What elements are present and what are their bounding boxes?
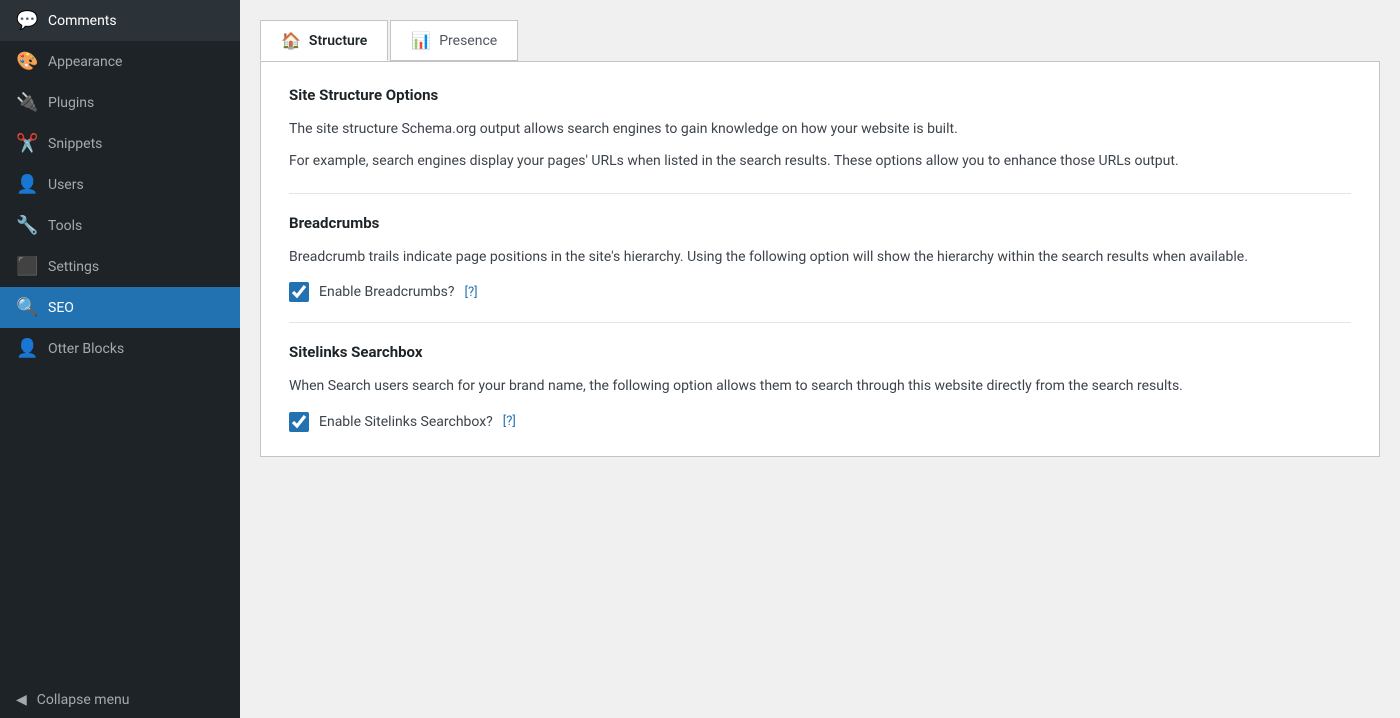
tab-structure[interactable]: 🏠 Structure (260, 20, 388, 61)
enable-breadcrumbs-checkbox-container[interactable] (289, 282, 309, 302)
sidebar-item-users[interactable]: 👤 Users (0, 164, 240, 205)
sitelinks-help-link[interactable]: [?] (503, 414, 516, 429)
tab-presence[interactable]: 📊 Presence (390, 20, 518, 61)
collapse-arrow-icon: ◀ (16, 692, 27, 708)
tab-bar: 🏠 Structure 📊 Presence (260, 20, 1380, 61)
users-icon: 👤 (16, 174, 38, 195)
content-panel: Site Structure Options The site structur… (260, 61, 1380, 457)
sitelinks-title: Sitelinks Searchbox (289, 343, 1351, 361)
divider-1 (289, 193, 1351, 194)
sidebar-item-settings[interactable]: ⬛ Settings (0, 246, 240, 287)
divider-2 (289, 322, 1351, 323)
breadcrumbs-title: Breadcrumbs (289, 214, 1351, 232)
site-structure-title: Site Structure Options (289, 86, 1351, 104)
site-structure-text-2: For example, search engines display your… (289, 150, 1351, 172)
sidebar-item-otter-blocks[interactable]: 👤 Otter Blocks (0, 328, 240, 369)
enable-sitelinks-checkbox-container[interactable] (289, 412, 309, 432)
sidebar-item-appearance[interactable]: 🎨 Appearance (0, 41, 240, 82)
enable-breadcrumbs-checkbox[interactable] (289, 282, 309, 302)
sidebar-item-tools[interactable]: 🔧 Tools (0, 205, 240, 246)
main-content: 🏠 Structure 📊 Presence Site Structure Op… (240, 0, 1400, 718)
tools-icon: 🔧 (16, 215, 38, 236)
collapse-menu[interactable]: ◀ Collapse menu (0, 682, 240, 718)
appearance-icon: 🎨 (16, 51, 38, 72)
site-structure-text-1: The site structure Schema.org output all… (289, 118, 1351, 140)
structure-tab-icon: 🏠 (281, 31, 301, 50)
sidebar: 💬 Comments 🎨 Appearance 🔌 Plugins ✂️ Sni… (0, 0, 240, 718)
otter-blocks-icon: 👤 (16, 338, 38, 359)
enable-breadcrumbs-label[interactable]: Enable Breadcrumbs? (319, 284, 455, 300)
breadcrumbs-section: Breadcrumbs Breadcrumb trails indicate p… (289, 214, 1351, 302)
enable-sitelinks-checkbox[interactable] (289, 412, 309, 432)
comments-icon: 💬 (16, 10, 38, 31)
presence-tab-icon: 📊 (411, 31, 431, 50)
sidebar-item-seo[interactable]: 🔍 SEO (0, 287, 240, 328)
sidebar-item-snippets[interactable]: ✂️ Snippets (0, 123, 240, 164)
breadcrumbs-help-link[interactable]: [?] (465, 285, 478, 300)
settings-icon: ⬛ (16, 256, 38, 277)
sitelinks-checkbox-row: Enable Sitelinks Searchbox? [?] (289, 412, 1351, 432)
enable-sitelinks-label[interactable]: Enable Sitelinks Searchbox? (319, 414, 493, 430)
seo-icon: 🔍 (16, 297, 38, 318)
sitelinks-text: When Search users search for your brand … (289, 375, 1351, 397)
snippets-icon: ✂️ (16, 133, 38, 154)
sidebar-item-plugins[interactable]: 🔌 Plugins (0, 82, 240, 123)
breadcrumbs-text: Breadcrumb trails indicate page position… (289, 246, 1351, 268)
plugins-icon: 🔌 (16, 92, 38, 113)
site-structure-section: Site Structure Options The site structur… (289, 86, 1351, 173)
sitelinks-section: Sitelinks Searchbox When Search users se… (289, 343, 1351, 431)
breadcrumbs-checkbox-row: Enable Breadcrumbs? [?] (289, 282, 1351, 302)
sidebar-item-comments[interactable]: 💬 Comments (0, 0, 240, 41)
